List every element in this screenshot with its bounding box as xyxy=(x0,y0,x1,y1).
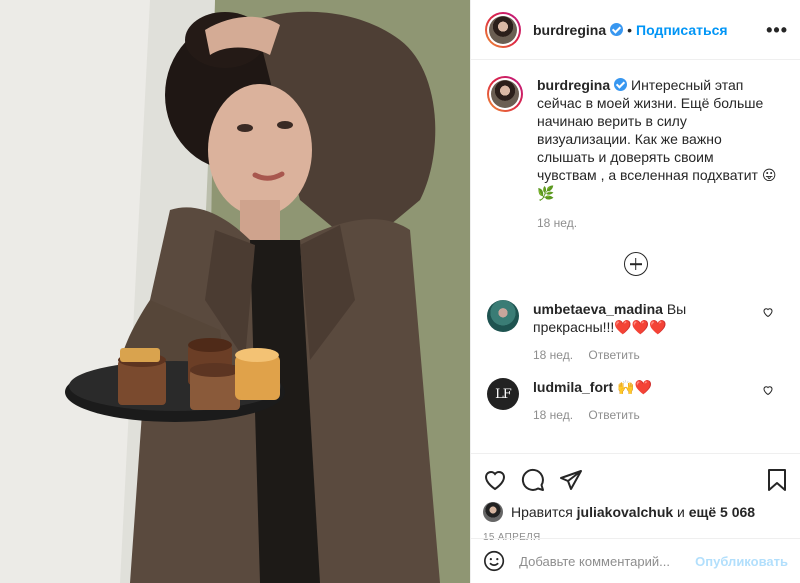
comments-section[interactable]: burdregina Интересный этап сейчас в моей… xyxy=(471,60,800,453)
likes-summary: Нравится juliakovalchuk и ещё 5 068 xyxy=(483,502,788,522)
commenter-username[interactable]: umbetaeva_madina xyxy=(533,301,663,317)
post-header: burdregina • Подписаться ••• xyxy=(471,0,800,60)
comment-meta: 18 нед. Ответить xyxy=(533,406,753,424)
comment-body: ludmila_fort 🙌❤️ 18 нед. Ответить xyxy=(533,378,753,424)
paper-plane-icon[interactable] xyxy=(559,468,583,492)
avatar-image xyxy=(489,15,517,44)
load-more-comments[interactable] xyxy=(487,252,784,276)
reply-button[interactable]: Ответить xyxy=(588,408,639,422)
likes-count[interactable]: ещё 5 068 xyxy=(689,504,755,520)
more-options-icon[interactable]: ••• xyxy=(766,21,788,39)
comment-time[interactable]: 18 нед. xyxy=(533,348,573,362)
verified-badge-icon xyxy=(610,23,624,36)
caption-author-avatar[interactable] xyxy=(487,76,523,112)
instagram-post: burdregina • Подписаться ••• burdregina … xyxy=(0,0,800,583)
post-side-panel: burdregina • Подписаться ••• burdregina … xyxy=(470,0,800,583)
comment-time[interactable]: 18 нед. xyxy=(533,408,573,422)
author-username[interactable]: burdregina xyxy=(533,22,606,38)
author-avatar[interactable] xyxy=(485,11,521,48)
comment-text: 🙌❤️ xyxy=(617,379,652,395)
comment-item: umbetaeva_madina Вы прекрасны!!!❤️❤️❤️ 1… xyxy=(487,300,784,364)
smiley-icon[interactable] xyxy=(483,549,505,573)
bookmark-icon[interactable] xyxy=(766,468,788,492)
verified-badge-icon xyxy=(614,78,628,91)
likes-prefix: Нравится xyxy=(511,504,573,520)
commenter-username[interactable]: ludmila_fort xyxy=(533,379,613,395)
comment-input[interactable] xyxy=(519,553,696,569)
comment-like-heart-icon[interactable] xyxy=(762,306,774,318)
liker-username[interactable]: juliakovalchuk xyxy=(577,504,673,520)
post-photo[interactable] xyxy=(0,0,470,583)
action-icons xyxy=(483,460,788,500)
caption-body: burdregina Интересный этап сейчас в моей… xyxy=(537,76,777,232)
avatar-inner xyxy=(487,13,519,46)
separator-dot: • xyxy=(627,21,633,38)
avatar-inner xyxy=(489,78,521,110)
avatar-image xyxy=(491,80,519,108)
post-photo-image xyxy=(0,0,470,583)
likes-middle: и xyxy=(677,504,685,520)
follow-button[interactable]: Подписаться xyxy=(636,22,728,38)
comment-item: LF ludmila_fort 🙌❤️ 18 нед. Ответить xyxy=(487,378,784,424)
publish-button[interactable]: Опубликовать xyxy=(695,554,788,569)
add-comment-bar: Опубликовать xyxy=(471,538,800,583)
comment-meta: 18 нед. Ответить xyxy=(533,346,753,364)
commenter-avatar[interactable]: LF xyxy=(487,378,519,410)
caption-text: Интересный этап сейчас в моей жизни. Ещё… xyxy=(537,77,777,201)
liker-avatar[interactable] xyxy=(483,502,503,522)
reply-button[interactable]: Ответить xyxy=(588,348,639,362)
heart-icon[interactable] xyxy=(483,468,507,492)
plus-circle-icon[interactable] xyxy=(623,252,648,276)
comment-like-heart-icon[interactable] xyxy=(762,384,774,396)
comment-body: umbetaeva_madina Вы прекрасны!!!❤️❤️❤️ 1… xyxy=(533,300,753,364)
commenter-avatar[interactable] xyxy=(487,300,519,332)
caption: burdregina Интересный этап сейчас в моей… xyxy=(487,76,784,232)
comment-icon[interactable] xyxy=(521,468,545,492)
caption-time[interactable]: 18 нед. xyxy=(537,214,777,232)
caption-username[interactable]: burdregina xyxy=(537,77,610,93)
